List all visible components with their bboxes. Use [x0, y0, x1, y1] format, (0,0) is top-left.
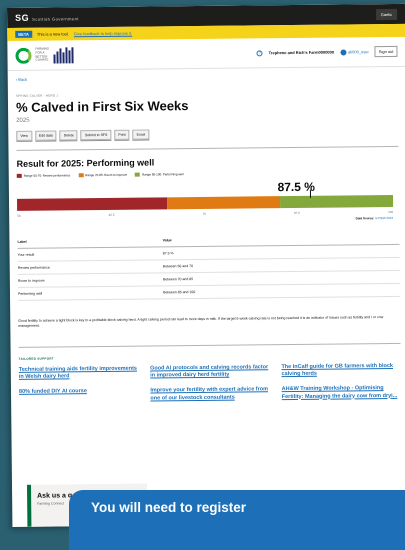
result-bar: [16, 189, 394, 211]
edit-data-button[interactable]: Edit data: [34, 130, 57, 141]
sign-out-button[interactable]: Sign out: [374, 45, 398, 58]
tick-label: 62.5: [108, 212, 115, 217]
header-nav: ? Trephene and Rich's Farm0000000 ali000…: [256, 45, 398, 58]
view-button[interactable]: View: [16, 130, 32, 141]
support-label: TAILORED SUPPORT: [18, 356, 54, 362]
bar-segment-good: [280, 194, 394, 209]
site-header: FARMING FOR A BETTER CLIMATE ? Trephene …: [7, 36, 405, 71]
action-buttons: View Edit data Delete Submit to SFS Prin…: [16, 127, 398, 141]
logo-text: FARMING FOR A BETTER CLIMATE: [35, 46, 50, 62]
site-logo[interactable]: FARMING FOR A BETTER CLIMATE: [15, 46, 74, 64]
result-heading: Result for 2025: Performing well: [16, 157, 155, 169]
support-link[interactable]: Improve your fertility with expert advic…: [150, 387, 269, 403]
tick-label: 100: [388, 209, 394, 215]
submit-sfs-button[interactable]: Submit to SFS: [80, 129, 112, 141]
result-table: Label Value Your result 87.5 % Review per…: [17, 231, 401, 301]
user-account[interactable]: ali000_user: [340, 48, 369, 56]
result-pointer: [310, 189, 312, 198]
feedback-link[interactable]: Give feedback to help improve it.: [74, 31, 132, 37]
table-cell: Performing well: [17, 285, 164, 301]
logo-bars-icon: [53, 46, 74, 64]
register-banner[interactable]: You will need to register: [69, 490, 405, 550]
farm-name[interactable]: Trephene and Rich's Farm0000000: [269, 50, 334, 56]
bar-segment-review: [16, 197, 168, 211]
divider: [16, 145, 399, 151]
page-title: % Calved in First Six Weeks: [15, 98, 189, 115]
user-icon: [340, 48, 347, 56]
tick-label: 50: [17, 213, 21, 218]
table-cell: Between 85 and 100: [163, 283, 401, 299]
result-description: Good fertility to achieve a tight block …: [18, 315, 384, 328]
legend-improve: Range 70-85: Room to improve: [78, 173, 127, 178]
legend-good: Range 85-100: Performing well: [135, 172, 184, 177]
beta-tag: BETA: [15, 30, 32, 38]
back-link[interactable]: ‹ Back: [16, 73, 398, 82]
support-link[interactable]: The InCalf guide for GB farmers with blo…: [281, 363, 400, 379]
page: SG Scottish Government Gaelic BETA This i…: [7, 3, 405, 527]
data-source-link[interactable]: scVIEW 2024: [375, 216, 393, 220]
support-link[interactable]: Technical training aids fertility improv…: [19, 366, 138, 382]
beta-text: This is a new tool.: [36, 31, 69, 37]
gov-logo[interactable]: SG Scottish Government: [15, 12, 79, 23]
divider: [18, 343, 401, 349]
result-legend: Range 50-70: Review performance Range 70…: [16, 170, 399, 178]
support-links: Technical training aids fertility improv…: [19, 363, 401, 404]
legend-review: Range 50-70: Review performance: [16, 173, 71, 178]
print-button[interactable]: Print: [114, 129, 130, 140]
tick-label: 75: [202, 211, 207, 216]
support-link[interactable]: 80% funded DIY AI course: [19, 388, 138, 404]
tick-label: 87.5: [294, 210, 300, 216]
result-value: 87.5 %: [277, 179, 315, 195]
logo-ring-icon: [15, 47, 32, 64]
table-row: Performing well Between 85 and 100: [17, 283, 401, 301]
excel-button[interactable]: Excel: [132, 129, 150, 140]
bar-segment-improve: [167, 196, 281, 210]
main-content: ‹ Back SPRING CALVER · HERD 1 % Calved i…: [8, 73, 405, 404]
help-icon[interactable]: ?: [256, 49, 263, 56]
support-link[interactable]: AH&W Training Workshop - Optimising Fert…: [282, 385, 401, 401]
support-link[interactable]: Good AI protocols and calving records fa…: [150, 364, 269, 380]
page-year: 2025: [16, 117, 30, 124]
delete-button[interactable]: Delete: [59, 130, 78, 141]
language-toggle[interactable]: Gaelic: [375, 8, 398, 20]
